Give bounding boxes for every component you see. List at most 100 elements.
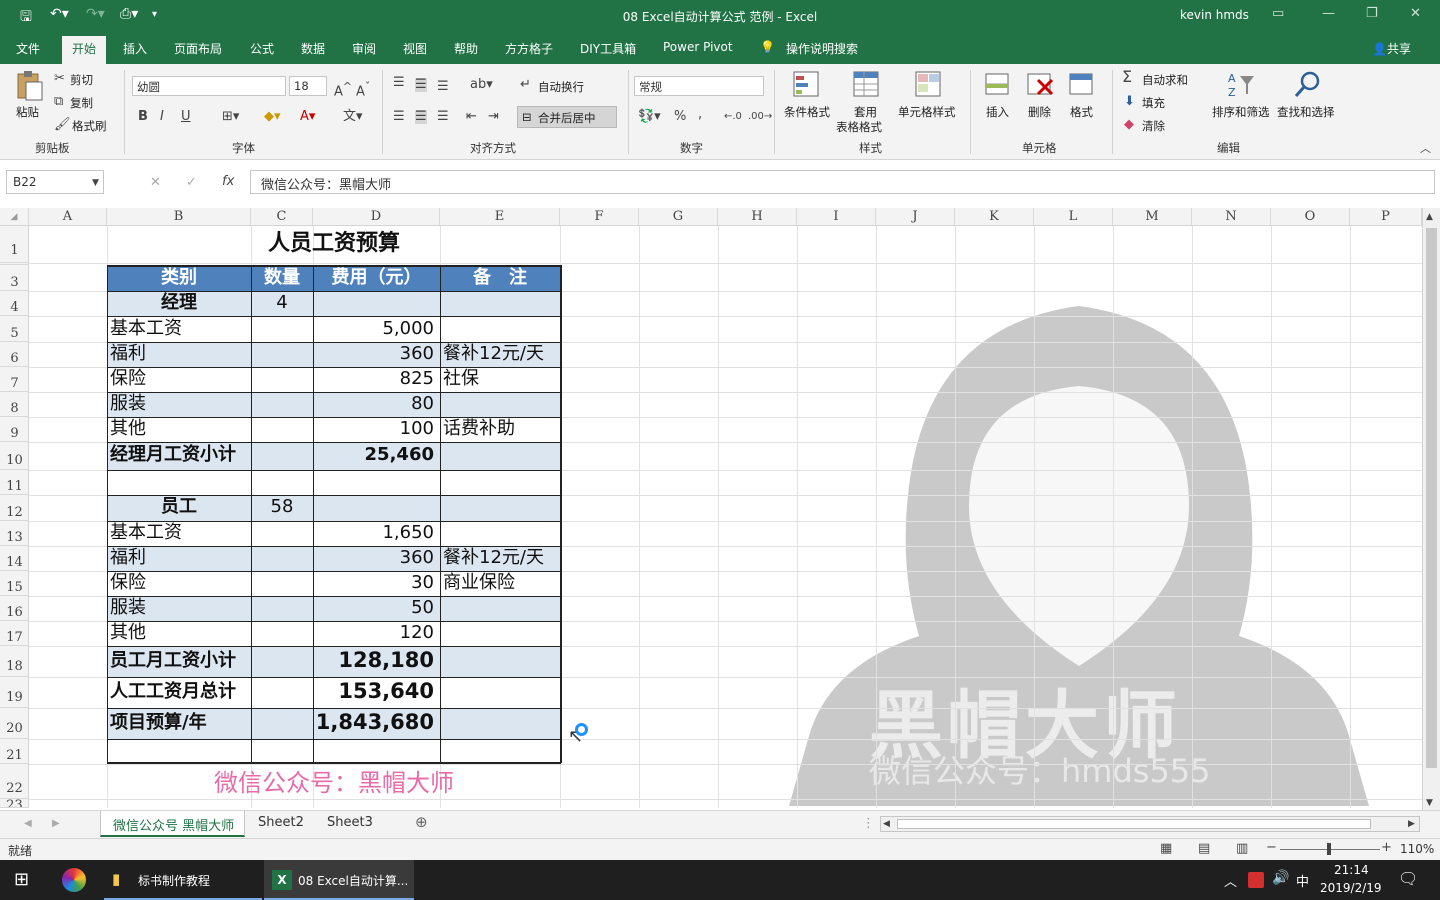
normal-view-icon[interactable]: ▦ — [1160, 842, 1172, 856]
insert-cells-icon[interactable] — [984, 70, 1014, 100]
tray-app-icon[interactable] — [1248, 872, 1264, 888]
tab-data[interactable]: 数据 — [301, 40, 325, 57]
clock-time[interactable]: 21:14 — [1334, 863, 1369, 877]
fill-color-icon[interactable]: ◆▾ — [264, 110, 281, 124]
column-header-a[interactable]: A — [29, 208, 107, 226]
copy-icon[interactable]: ⧉ — [54, 95, 63, 109]
cut-button[interactable]: 剪切 — [70, 72, 93, 88]
cell-quantity[interactable]: 58 — [251, 495, 313, 519]
restore-icon[interactable]: ❐ — [1366, 6, 1378, 21]
sheet-tab-sheet3[interactable]: Sheet3 — [327, 815, 373, 830]
cell-notes[interactable]: 餐补12元/天 — [443, 342, 560, 366]
number-format-combo[interactable]: 常规 — [634, 76, 764, 96]
fill-icon[interactable]: ⬇ — [1124, 95, 1135, 109]
horizontal-scrollbar[interactable]: ◀ ▶ — [880, 816, 1420, 832]
page-break-view-icon[interactable]: ▥ — [1236, 842, 1248, 856]
zoom-slider-handle[interactable] — [1327, 843, 1331, 855]
namebox-dropdown-icon[interactable]: ▼ — [92, 176, 99, 190]
scroll-down-icon[interactable]: ▼ — [1426, 796, 1433, 810]
paste-label[interactable]: 粘贴 — [16, 104, 39, 120]
column-header-c[interactable]: C — [251, 208, 313, 226]
column-header-n[interactable]: N — [1192, 208, 1271, 226]
formula-input[interactable]: 微信公众号：黑帽大师 — [250, 170, 1435, 194]
select-all-corner[interactable]: ◢ — [0, 208, 29, 226]
format-button[interactable]: 格式 — [1070, 104, 1093, 120]
volume-icon[interactable]: 🔊 — [1272, 870, 1289, 886]
format-cells-icon[interactable] — [1068, 70, 1098, 100]
fill-button[interactable]: 填充 — [1142, 95, 1165, 111]
conditional-format-button[interactable]: 条件格式 — [784, 104, 830, 120]
column-header-i[interactable]: I — [797, 208, 876, 226]
tab-diy[interactable]: DIY工具箱 — [580, 40, 636, 57]
cell-cost[interactable]: 25,460 — [313, 443, 434, 467]
cell-category[interactable]: 项目预算/年 — [110, 711, 250, 735]
find-select-button[interactable]: 查找和选择 — [1277, 104, 1335, 120]
format-as-table-icon[interactable] — [852, 70, 882, 100]
cell-cost[interactable]: 1,843,680 — [313, 710, 434, 734]
row-header[interactable]: 13 — [0, 521, 29, 546]
row-header[interactable]: 4 — [0, 291, 29, 316]
comma-button[interactable]: , — [698, 108, 702, 122]
column-header-b[interactable]: B — [107, 208, 251, 226]
cell-category[interactable]: 其他 — [110, 417, 250, 441]
column-header-p[interactable]: P — [1350, 208, 1422, 226]
tab-page-layout[interactable]: 页面布局 — [174, 40, 222, 57]
browser-app-icon[interactable] — [62, 868, 86, 892]
header-cell-notes[interactable]: 备 注 — [440, 266, 560, 290]
footer-wechat-text[interactable]: 微信公众号：黑帽大师 — [107, 768, 561, 798]
cut-icon[interactable]: ✂ — [54, 72, 65, 86]
format-as-table-label2[interactable]: 表格格式 — [836, 119, 882, 135]
column-header-h[interactable]: H — [718, 208, 797, 226]
table-title[interactable]: 人员工资预算 — [107, 230, 561, 258]
sort-filter-icon[interactable]: AZ — [1226, 70, 1256, 100]
header-cell-category[interactable]: 类别 — [107, 266, 251, 290]
cell-category[interactable]: 经理月工资小计 — [110, 443, 250, 467]
row-header[interactable]: 11 — [0, 470, 29, 495]
tab-splitter-icon[interactable]: ⋮ — [862, 817, 875, 831]
border-icon[interactable]: ⊞▾ — [222, 110, 239, 124]
row-header[interactable]: 15 — [0, 571, 29, 596]
row-header[interactable]: 18 — [0, 646, 29, 677]
cell-cost[interactable]: 30 — [313, 571, 434, 595]
row-header[interactable]: 23 — [0, 799, 29, 808]
cell-notes[interactable]: 话费补助 — [443, 417, 560, 441]
cell-styles-icon[interactable] — [914, 70, 944, 100]
column-header-e[interactable]: E — [440, 208, 560, 226]
clock-date[interactable]: 2019/2/19 — [1320, 881, 1382, 895]
ribbon-display-icon[interactable]: ▭ — [1272, 6, 1284, 21]
row-header[interactable]: 6 — [0, 342, 29, 367]
scroll-up-icon[interactable]: ▲ — [1426, 210, 1433, 224]
zoom-level[interactable]: 110% — [1400, 842, 1434, 856]
tab-help[interactable]: 帮助 — [454, 40, 478, 57]
header-cell-cost[interactable]: 费用（元） — [313, 266, 440, 290]
cell-cost[interactable]: 1,650 — [313, 521, 434, 545]
column-header-o[interactable]: O — [1271, 208, 1350, 226]
worksheet-grid[interactable]: 黑帽大师 微信公众号：hmds555 人员工资预算 类别 数量 费用（元） 备 … — [29, 226, 1422, 808]
column-header-k[interactable]: K — [955, 208, 1034, 226]
underline-button[interactable]: U — [181, 110, 191, 124]
conditional-format-icon[interactable] — [792, 70, 822, 100]
row-header[interactable]: 12 — [0, 495, 29, 521]
cell-category[interactable]: 福利 — [110, 342, 250, 366]
column-header-j[interactable]: J — [876, 208, 955, 226]
cell-category[interactable]: 基本工资 — [110, 521, 250, 545]
clear-button[interactable]: 清除 — [1142, 118, 1165, 134]
cell-category[interactable]: 服装 — [110, 392, 250, 416]
wrap-text-icon[interactable]: ↵ — [520, 78, 531, 92]
autosum-icon[interactable]: Σ — [1122, 69, 1132, 85]
cell-cost[interactable]: 360 — [313, 342, 434, 366]
header-cell-quantity[interactable]: 数量 — [251, 266, 313, 290]
row-header[interactable]: 10 — [0, 442, 29, 470]
tab-review[interactable]: 审阅 — [352, 40, 376, 57]
font-size-combo[interactable]: 18 — [289, 76, 327, 96]
row-header[interactable]: 1 — [0, 226, 29, 263]
cell-cost[interactable]: 50 — [313, 596, 434, 620]
row-header[interactable]: 21 — [0, 739, 29, 764]
paste-icon[interactable] — [14, 70, 44, 101]
cell-category[interactable]: 人工工资月总计 — [110, 680, 250, 704]
cell-cost[interactable]: 5,000 — [313, 317, 434, 341]
increase-decimal-icon[interactable]: ←.0 — [724, 110, 742, 124]
font-name-combo[interactable]: 幼圆 — [132, 76, 286, 96]
row-header[interactable]: 9 — [0, 417, 29, 442]
align-left-icon[interactable]: ☰ — [393, 110, 405, 124]
